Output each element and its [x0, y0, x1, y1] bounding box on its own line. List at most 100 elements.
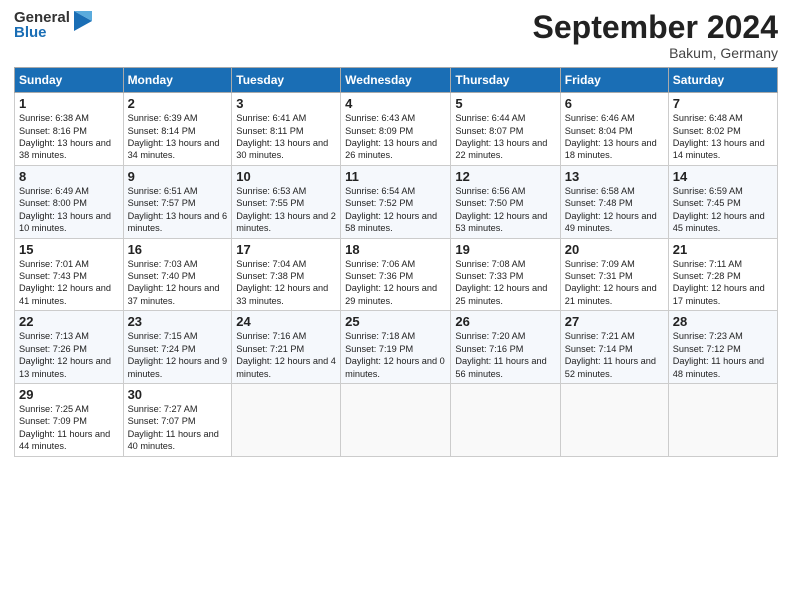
day-number: 26 [455, 314, 555, 329]
table-row: 2 Sunrise: 6:39 AMSunset: 8:14 PMDayligh… [123, 93, 232, 166]
day-number: 11 [345, 169, 446, 184]
day-number: 9 [128, 169, 228, 184]
cell-info: Sunrise: 7:04 AMSunset: 7:38 PMDaylight:… [236, 259, 328, 306]
day-number: 16 [128, 242, 228, 257]
cell-info: Sunrise: 6:48 AMSunset: 8:02 PMDaylight:… [673, 113, 765, 160]
table-row: 23 Sunrise: 7:15 AMSunset: 7:24 PMDaylig… [123, 311, 232, 384]
logo: General Blue [14, 10, 92, 40]
cell-info: Sunrise: 7:23 AMSunset: 7:12 PMDaylight:… [673, 331, 764, 378]
table-row: 7 Sunrise: 6:48 AMSunset: 8:02 PMDayligh… [668, 93, 777, 166]
table-row: 6 Sunrise: 6:46 AMSunset: 8:04 PMDayligh… [560, 93, 668, 166]
table-row: 29 Sunrise: 7:25 AMSunset: 7:09 PMDaylig… [15, 383, 124, 456]
day-number: 23 [128, 314, 228, 329]
calendar-table: Sunday Monday Tuesday Wednesday Thursday… [14, 67, 778, 456]
header-row-columns: Sunday Monday Tuesday Wednesday Thursday… [15, 68, 778, 93]
day-number: 13 [565, 169, 664, 184]
main-container: General Blue September 2024 Bakum, Germa… [0, 0, 792, 467]
col-thursday: Thursday [451, 68, 560, 93]
day-number: 19 [455, 242, 555, 257]
table-row: 27 Sunrise: 7:21 AMSunset: 7:14 PMDaylig… [560, 311, 668, 384]
cell-info: Sunrise: 6:38 AMSunset: 8:16 PMDaylight:… [19, 113, 111, 160]
day-number: 2 [128, 96, 228, 111]
col-saturday: Saturday [668, 68, 777, 93]
calendar-week-3: 15 Sunrise: 7:01 AMSunset: 7:43 PMDaylig… [15, 238, 778, 311]
day-number: 3 [236, 96, 336, 111]
table-row: 1 Sunrise: 6:38 AMSunset: 8:16 PMDayligh… [15, 93, 124, 166]
day-number: 1 [19, 96, 119, 111]
day-number: 22 [19, 314, 119, 329]
calendar-week-1: 1 Sunrise: 6:38 AMSunset: 8:16 PMDayligh… [15, 93, 778, 166]
table-row [560, 383, 668, 456]
cell-info: Sunrise: 7:20 AMSunset: 7:16 PMDaylight:… [455, 331, 546, 378]
cell-info: Sunrise: 7:15 AMSunset: 7:24 PMDaylight:… [128, 331, 228, 378]
day-number: 15 [19, 242, 119, 257]
cell-info: Sunrise: 7:16 AMSunset: 7:21 PMDaylight:… [236, 331, 336, 378]
cell-info: Sunrise: 7:01 AMSunset: 7:43 PMDaylight:… [19, 259, 111, 306]
cell-info: Sunrise: 7:06 AMSunset: 7:36 PMDaylight:… [345, 259, 437, 306]
cell-info: Sunrise: 6:44 AMSunset: 8:07 PMDaylight:… [455, 113, 547, 160]
day-number: 8 [19, 169, 119, 184]
day-number: 24 [236, 314, 336, 329]
cell-info: Sunrise: 7:13 AMSunset: 7:26 PMDaylight:… [19, 331, 111, 378]
table-row: 20 Sunrise: 7:09 AMSunset: 7:31 PMDaylig… [560, 238, 668, 311]
day-number: 5 [455, 96, 555, 111]
title-block: September 2024 Bakum, Germany [533, 10, 778, 61]
table-row: 21 Sunrise: 7:11 AMSunset: 7:28 PMDaylig… [668, 238, 777, 311]
day-number: 29 [19, 387, 119, 402]
cell-info: Sunrise: 6:49 AMSunset: 8:00 PMDaylight:… [19, 186, 111, 233]
table-row: 17 Sunrise: 7:04 AMSunset: 7:38 PMDaylig… [232, 238, 341, 311]
col-friday: Friday [560, 68, 668, 93]
calendar-week-2: 8 Sunrise: 6:49 AMSunset: 8:00 PMDayligh… [15, 165, 778, 238]
table-row: 12 Sunrise: 6:56 AMSunset: 7:50 PMDaylig… [451, 165, 560, 238]
cell-info: Sunrise: 7:21 AMSunset: 7:14 PMDaylight:… [565, 331, 656, 378]
table-row: 15 Sunrise: 7:01 AMSunset: 7:43 PMDaylig… [15, 238, 124, 311]
day-number: 7 [673, 96, 773, 111]
day-number: 30 [128, 387, 228, 402]
cell-info: Sunrise: 7:08 AMSunset: 7:33 PMDaylight:… [455, 259, 547, 306]
table-row: 22 Sunrise: 7:13 AMSunset: 7:26 PMDaylig… [15, 311, 124, 384]
logo-blue: Blue [14, 25, 70, 40]
table-row: 26 Sunrise: 7:20 AMSunset: 7:16 PMDaylig… [451, 311, 560, 384]
table-row: 13 Sunrise: 6:58 AMSunset: 7:48 PMDaylig… [560, 165, 668, 238]
table-row: 10 Sunrise: 6:53 AMSunset: 7:55 PMDaylig… [232, 165, 341, 238]
calendar-week-4: 22 Sunrise: 7:13 AMSunset: 7:26 PMDaylig… [15, 311, 778, 384]
table-row [451, 383, 560, 456]
calendar-body: 1 Sunrise: 6:38 AMSunset: 8:16 PMDayligh… [15, 93, 778, 456]
table-row: 24 Sunrise: 7:16 AMSunset: 7:21 PMDaylig… [232, 311, 341, 384]
day-number: 27 [565, 314, 664, 329]
table-row: 11 Sunrise: 6:54 AMSunset: 7:52 PMDaylig… [341, 165, 451, 238]
cell-info: Sunrise: 6:54 AMSunset: 7:52 PMDaylight:… [345, 186, 437, 233]
day-number: 12 [455, 169, 555, 184]
day-number: 28 [673, 314, 773, 329]
day-number: 10 [236, 169, 336, 184]
cell-info: Sunrise: 7:11 AMSunset: 7:28 PMDaylight:… [673, 259, 765, 306]
table-row: 28 Sunrise: 7:23 AMSunset: 7:12 PMDaylig… [668, 311, 777, 384]
day-number: 18 [345, 242, 446, 257]
table-row [668, 383, 777, 456]
day-number: 17 [236, 242, 336, 257]
cell-info: Sunrise: 6:53 AMSunset: 7:55 PMDaylight:… [236, 186, 336, 233]
location: Bakum, Germany [533, 45, 778, 61]
cell-info: Sunrise: 7:27 AMSunset: 7:07 PMDaylight:… [128, 404, 219, 451]
cell-info: Sunrise: 6:58 AMSunset: 7:48 PMDaylight:… [565, 186, 657, 233]
table-row: 4 Sunrise: 6:43 AMSunset: 8:09 PMDayligh… [341, 93, 451, 166]
day-number: 14 [673, 169, 773, 184]
table-row: 30 Sunrise: 7:27 AMSunset: 7:07 PMDaylig… [123, 383, 232, 456]
day-number: 20 [565, 242, 664, 257]
table-row: 18 Sunrise: 7:06 AMSunset: 7:36 PMDaylig… [341, 238, 451, 311]
logo-general: General [14, 10, 70, 25]
calendar-week-5: 29 Sunrise: 7:25 AMSunset: 7:09 PMDaylig… [15, 383, 778, 456]
col-wednesday: Wednesday [341, 68, 451, 93]
cell-info: Sunrise: 7:25 AMSunset: 7:09 PMDaylight:… [19, 404, 110, 451]
cell-info: Sunrise: 6:39 AMSunset: 8:14 PMDaylight:… [128, 113, 220, 160]
table-row: 9 Sunrise: 6:51 AMSunset: 7:57 PMDayligh… [123, 165, 232, 238]
header-row: General Blue September 2024 Bakum, Germa… [14, 10, 778, 61]
day-number: 6 [565, 96, 664, 111]
cell-info: Sunrise: 7:03 AMSunset: 7:40 PMDaylight:… [128, 259, 220, 306]
cell-info: Sunrise: 7:09 AMSunset: 7:31 PMDaylight:… [565, 259, 657, 306]
table-row: 5 Sunrise: 6:44 AMSunset: 8:07 PMDayligh… [451, 93, 560, 166]
month-title: September 2024 [533, 10, 778, 45]
cell-info: Sunrise: 7:18 AMSunset: 7:19 PMDaylight:… [345, 331, 445, 378]
day-number: 21 [673, 242, 773, 257]
table-row: 16 Sunrise: 7:03 AMSunset: 7:40 PMDaylig… [123, 238, 232, 311]
